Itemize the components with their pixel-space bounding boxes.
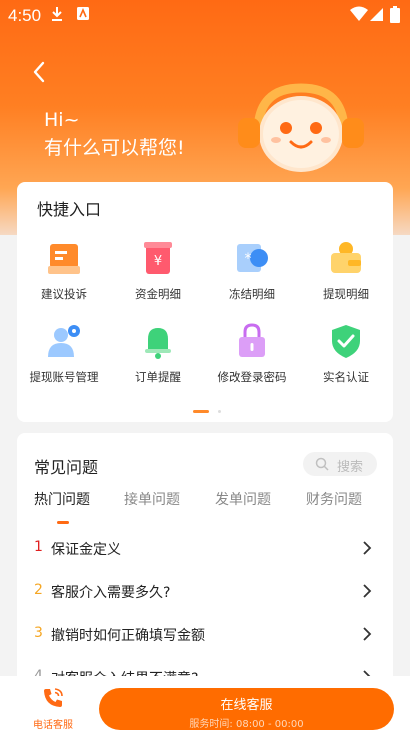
app-notification-icon bbox=[77, 7, 89, 20]
lock-icon bbox=[239, 323, 265, 357]
quick-item-label: 修改登录密码 bbox=[217, 370, 287, 384]
quick-item-order-reminder[interactable]: 订单提醒 bbox=[111, 321, 205, 385]
question-text: 保证金定义 bbox=[51, 542, 121, 558]
quick-entry-title: 快捷入口 bbox=[37, 200, 102, 219]
question-text: 客服介入需要多久? bbox=[51, 585, 171, 601]
faq-question-row[interactable]: 2 客服介入需要多久? bbox=[17, 577, 393, 607]
battery-icon bbox=[390, 6, 400, 23]
online-service-button[interactable]: 在线客服 服务时间: 08:00 - 00:00 bbox=[99, 688, 394, 730]
bottom-bar: 电话客服 在线客服 服务时间: 08:00 - 00:00 bbox=[0, 676, 410, 730]
service-hours: 服务时间: 08:00 - 00:00 bbox=[189, 719, 304, 730]
status-time: 4:50 bbox=[8, 6, 42, 25]
search-icon bbox=[315, 457, 329, 471]
chevron-right-icon bbox=[363, 584, 372, 598]
greeting-help: 有什么可以帮您! bbox=[44, 137, 185, 159]
svg-text:*: * bbox=[245, 251, 252, 267]
quick-entry-card: 快捷入口 建议投诉 ¥ 资金明细 * 冻结明细 提现明细 提现账号管理 订单提醒… bbox=[17, 182, 393, 422]
tab-post-order-questions[interactable]: 发单问题 bbox=[215, 489, 271, 509]
quick-item-label: 资金明细 bbox=[135, 287, 181, 301]
faq-title: 常见问题 bbox=[34, 458, 99, 477]
svg-text:¥: ¥ bbox=[154, 254, 162, 269]
quick-item-real-name[interactable]: 实名认证 bbox=[299, 321, 393, 385]
order-bell-icon bbox=[145, 328, 171, 359]
phone-service-label: 电话客服 bbox=[33, 720, 73, 730]
faq-search-box[interactable]: 搜索 bbox=[303, 452, 377, 476]
question-number: 2 bbox=[34, 582, 43, 598]
mascot-illustration bbox=[238, 83, 364, 172]
active-tab-indicator bbox=[57, 521, 69, 524]
quick-item-label: 提现明细 bbox=[323, 287, 369, 301]
quick-item-change-password[interactable]: 修改登录密码 bbox=[205, 321, 299, 385]
online-service-label: 在线客服 bbox=[220, 698, 273, 713]
status-bar: 4:50 bbox=[0, 0, 410, 30]
phone-service-button[interactable]: 电话客服 bbox=[28, 686, 78, 730]
quick-item-label: 建议投诉 bbox=[41, 287, 87, 301]
chevron-right-icon bbox=[363, 541, 372, 555]
greeting: Hi~ 有什么可以帮您! bbox=[44, 106, 185, 162]
download-icon bbox=[52, 7, 62, 21]
signal-icon bbox=[370, 8, 383, 21]
quick-item-complaint[interactable]: 建议投诉 bbox=[17, 238, 111, 302]
quick-item-label: 冻结明细 bbox=[229, 287, 275, 301]
faq-tabs: 热门问题 接单问题 发单问题 财务问题 bbox=[17, 489, 393, 529]
tab-take-order-questions[interactable]: 接单问题 bbox=[124, 489, 180, 509]
quick-item-account-manage[interactable]: 提现账号管理 bbox=[17, 321, 111, 385]
verify-shield-icon bbox=[332, 325, 360, 358]
question-number: 1 bbox=[34, 539, 43, 555]
question-number: 3 bbox=[34, 625, 43, 641]
page-dot-active bbox=[193, 410, 209, 413]
account-manage-icon bbox=[48, 325, 80, 357]
tab-hot-questions[interactable]: 热门问题 bbox=[34, 489, 90, 509]
complaint-icon bbox=[48, 244, 80, 274]
quick-item-label: 实名认证 bbox=[323, 370, 369, 384]
phone-icon bbox=[44, 688, 63, 707]
quick-item-withdraw-detail[interactable]: 提现明细 bbox=[299, 238, 393, 302]
quick-item-freeze-detail[interactable]: * 冻结明细 bbox=[205, 238, 299, 302]
freeze-detail-icon: * bbox=[237, 244, 268, 272]
back-arrow-icon[interactable] bbox=[26, 58, 54, 86]
withdraw-detail-icon bbox=[331, 242, 361, 273]
page-dot bbox=[218, 410, 222, 413]
faq-question-row[interactable]: 1 保证金定义 bbox=[17, 534, 393, 564]
faq-card: 常见问题 搜索 热门问题 接单问题 发单问题 财务问题 1 保证金定义 2 客服… bbox=[17, 433, 393, 693]
page-indicator bbox=[193, 410, 222, 429]
quick-item-label: 提现账号管理 bbox=[29, 370, 99, 384]
fund-detail-icon: ¥ bbox=[144, 242, 172, 274]
search-placeholder: 搜索 bbox=[337, 460, 364, 475]
question-text: 撤销时如何正确填写金额 bbox=[51, 628, 205, 644]
quick-item-fund-detail[interactable]: ¥ 资金明细 bbox=[111, 238, 205, 302]
faq-question-row[interactable]: 3 撤销时如何正确填写金额 bbox=[17, 620, 393, 650]
greeting-hi: Hi~ bbox=[44, 109, 80, 131]
quick-item-label: 订单提醒 bbox=[135, 370, 181, 384]
tab-finance-questions[interactable]: 财务问题 bbox=[306, 489, 362, 509]
wifi-icon bbox=[350, 6, 368, 21]
chevron-right-icon bbox=[363, 627, 372, 641]
